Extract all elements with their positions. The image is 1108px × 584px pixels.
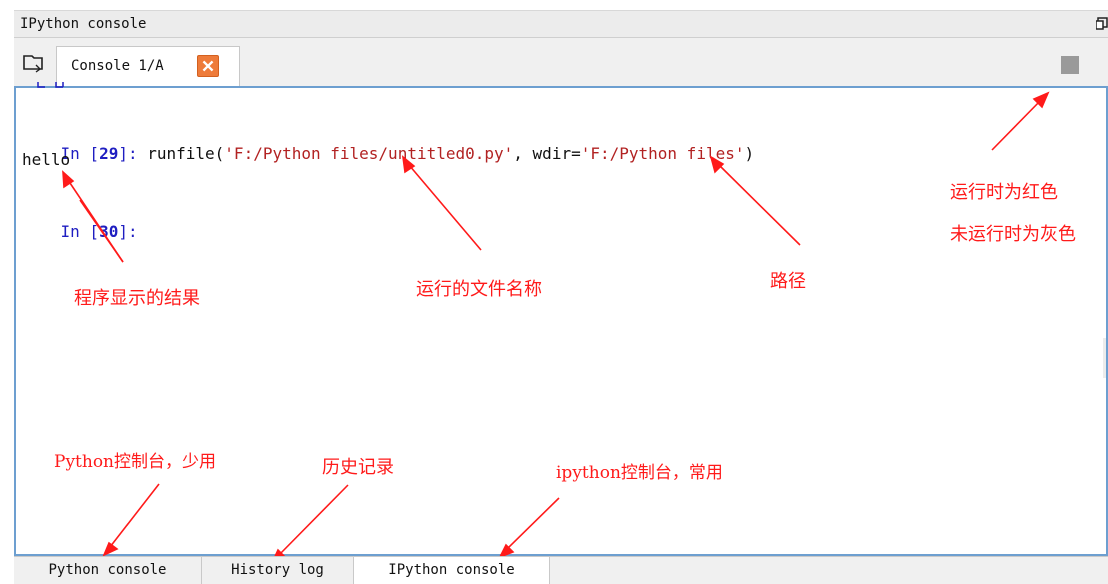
input-line-29: In [29]: runfile('F:/Python files/untitl… bbox=[22, 125, 755, 182]
prompt-29: In [29]: bbox=[60, 144, 148, 163]
annotation-python-console: Python控制台，少用 bbox=[54, 452, 217, 472]
annotation-ipython-console: ipython控制台，常用 bbox=[556, 463, 723, 483]
file-name-arg: 'F:/Python files/untitled0.py' bbox=[224, 144, 514, 163]
previous-prompt-fragment bbox=[37, 82, 64, 88]
annotation-idle-gray: 未运行时为灰色 bbox=[950, 224, 1076, 245]
annotation-file-name: 运行的文件名称 bbox=[416, 279, 542, 300]
annotation-path: 路径 bbox=[770, 271, 806, 292]
scrollbar[interactable] bbox=[1103, 338, 1106, 378]
input-line-30: In [30]: bbox=[22, 203, 138, 260]
tab-ipython-console[interactable]: IPython console bbox=[354, 557, 550, 584]
annotation-history: 历史记录 bbox=[322, 457, 394, 478]
tab-console-1a[interactable]: Console 1/A bbox=[56, 46, 240, 86]
pane-header: IPython console bbox=[14, 10, 1108, 38]
annotation-running-red: 运行时为红色 bbox=[950, 182, 1058, 203]
tab-history-log[interactable]: History log bbox=[202, 557, 354, 584]
console-tab-bar: Console 1/A bbox=[14, 38, 1108, 86]
tab-python-console[interactable]: Python console bbox=[14, 557, 202, 584]
runfile-close: ) bbox=[744, 144, 755, 163]
undock-icon[interactable] bbox=[1096, 15, 1108, 33]
annotation-program-result: 程序显示的结果 bbox=[74, 288, 200, 309]
bottom-pane-tabs: Python console History log IPython conso… bbox=[14, 556, 1108, 584]
browse-tabs-icon[interactable] bbox=[22, 53, 44, 73]
prompt-30: In [30]: bbox=[60, 222, 138, 241]
close-tab-icon[interactable] bbox=[197, 55, 219, 77]
program-output: hello bbox=[22, 150, 71, 169]
console-output-area[interactable]: In [29]: runfile('F:/Python files/untitl… bbox=[14, 82, 1108, 556]
path-arg: 'F:/Python files' bbox=[580, 144, 745, 163]
wdir-label: , wdir= bbox=[513, 144, 581, 163]
pane-title: IPython console bbox=[20, 16, 147, 32]
runfile-call: runfile( bbox=[147, 144, 225, 163]
stop-icon[interactable] bbox=[1061, 56, 1079, 74]
console-tab-label: Console 1/A bbox=[71, 58, 164, 74]
